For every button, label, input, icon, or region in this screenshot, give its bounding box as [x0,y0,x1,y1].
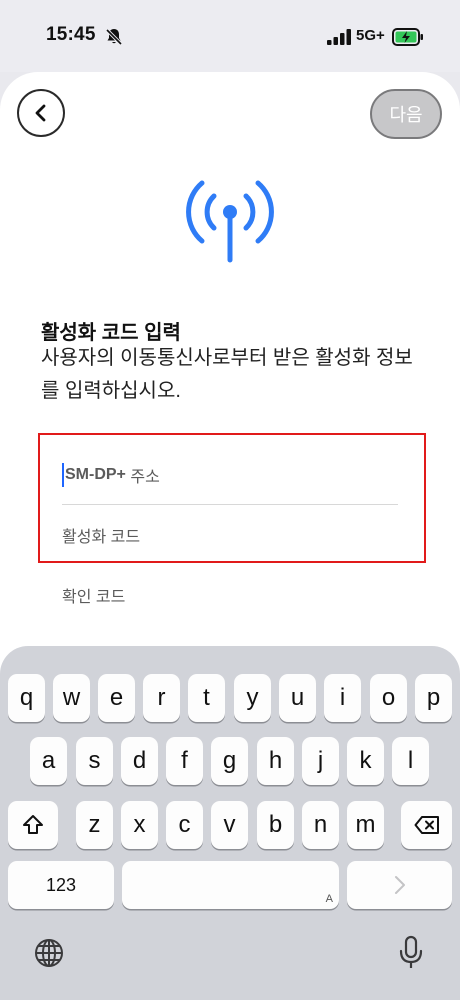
key-b[interactable]: b [257,801,294,849]
signal-bars-icon [327,29,351,45]
bell-slash-icon [105,28,123,46]
key-j[interactable]: j [302,737,339,785]
status-time: 15:45 [46,24,96,45]
numbers-key[interactable]: 123 [8,861,114,909]
chevron-left-icon [35,104,46,122]
key-h[interactable]: h [257,737,294,785]
key-e[interactable]: e [98,674,135,722]
key-x[interactable]: x [121,801,158,849]
key-s[interactable]: s [76,737,113,785]
key-n[interactable]: n [302,801,339,849]
key-g[interactable]: g [211,737,248,785]
key-z[interactable]: z [76,801,113,849]
key-o[interactable]: o [370,674,407,722]
confirmation-code-field[interactable]: 확인 코드 [62,575,398,615]
back-button[interactable] [17,89,65,137]
key-f[interactable]: f [166,737,203,785]
key-p[interactable]: p [415,674,452,722]
page-subtitle: 사용자의 이동통신사로부터 받은 활성화 정보를 입력하십시오. [41,347,413,402]
key-r[interactable]: r [143,674,180,722]
key-k[interactable]: k [347,737,384,785]
shift-icon [23,815,43,834]
antenna-icon [186,180,274,263]
status-bar: 15:45 5G+ [0,0,460,72]
shift-key[interactable] [8,801,58,849]
space-hint: A [325,893,333,905]
key-a[interactable]: a [30,737,67,785]
smdp-label-bold: SM-DP+ [65,466,126,483]
key-l[interactable]: l [392,737,429,785]
next-button[interactable]: 다음 [370,89,442,139]
space-key[interactable]: A [122,861,339,909]
delete-key[interactable] [401,801,452,849]
key-y[interactable]: y [234,674,271,722]
network-label: 5G+ [356,27,385,44]
text-cursor [62,463,64,487]
key-v[interactable]: v [211,801,248,849]
delete-icon [414,816,439,834]
chevron-right-icon [394,876,405,894]
keyboard: q w e r t y u i o p a s d f g h j k l z … [0,646,460,1000]
activation-code-field[interactable]: 활성화 코드 [62,515,398,555]
smdp-address-field[interactable]: SM-DP+ 주소 [62,455,398,495]
battery-charging-icon [392,28,423,46]
globe-icon[interactable] [33,937,65,969]
key-c[interactable]: c [166,801,203,849]
page-title: 활성화 코드 입력 [41,322,181,344]
key-t[interactable]: t [188,674,225,722]
key-q[interactable]: q [8,674,45,722]
key-w[interactable]: w [53,674,90,722]
microphone-icon[interactable] [398,935,424,971]
key-m[interactable]: m [347,801,384,849]
smdp-label-rest: 주소 [125,469,160,486]
field-divider [62,504,398,505]
key-i[interactable]: i [324,674,361,722]
key-d[interactable]: d [121,737,158,785]
key-u[interactable]: u [279,674,316,722]
return-key[interactable] [347,861,452,909]
